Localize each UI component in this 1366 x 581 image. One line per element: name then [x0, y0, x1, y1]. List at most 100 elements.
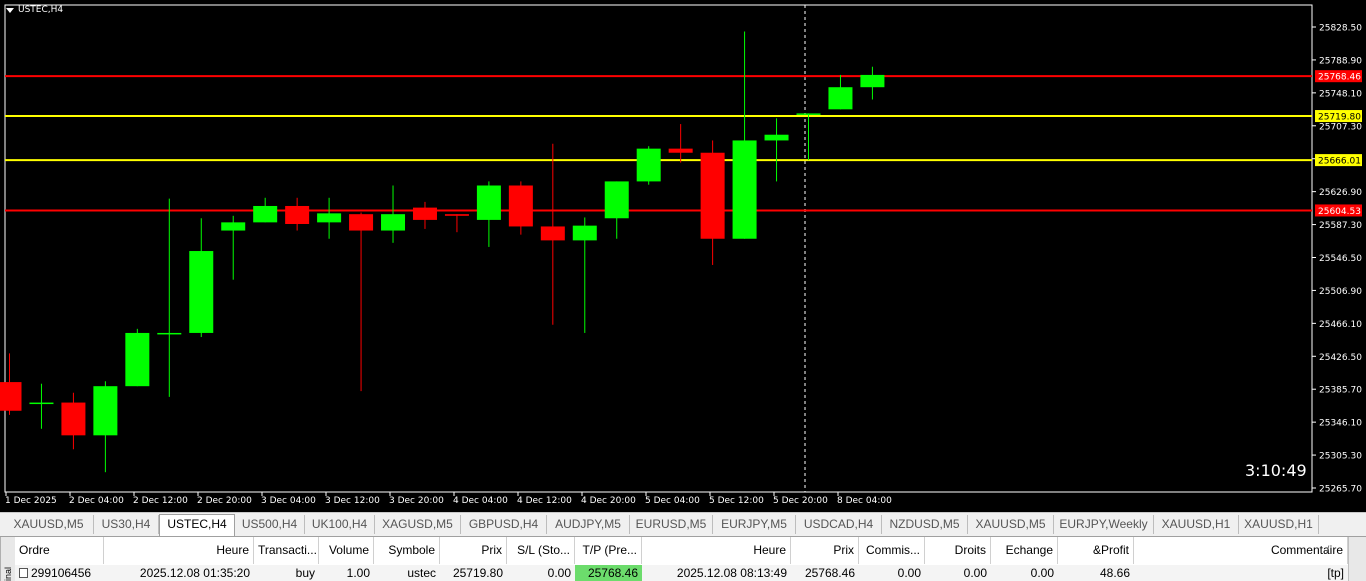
- price-tick-label: 25506.90: [1319, 287, 1362, 297]
- candle-body: [125, 332, 150, 387]
- chart-tab[interactable]: AUDJPY,M5: [547, 515, 630, 534]
- candle-body: [189, 251, 214, 333]
- trade-cell[interactable]: 25719.80: [440, 565, 507, 581]
- candle-body: [381, 214, 406, 231]
- trade-cell[interactable]: 48.66: [1058, 565, 1134, 581]
- candle-body: [349, 214, 374, 231]
- chart-tab[interactable]: UK100,H4: [305, 515, 375, 534]
- trade-cell[interactable]: 0.00: [859, 565, 925, 581]
- column-header[interactable]: Droits: [925, 537, 991, 564]
- column-header[interactable]: Prix: [440, 537, 507, 564]
- price-tick-label: 25385.70: [1319, 386, 1362, 396]
- bar-countdown: 3:10:49: [1245, 461, 1307, 480]
- time-tick-label: 5 Dec 04:00: [645, 496, 700, 506]
- chart-tab[interactable]: XAUUSD,H1: [1239, 515, 1319, 534]
- price-chart[interactable]: 25828.5025788.9025748.1025707.3025666.50…: [0, 0, 1366, 512]
- trade-cell[interactable]: ustec: [374, 565, 440, 581]
- chart-tab[interactable]: GBPUSD,H4: [461, 515, 547, 534]
- chart-tab[interactable]: XAUUSD,M5: [968, 515, 1054, 534]
- chart-tab[interactable]: USTEC,H4: [159, 514, 235, 536]
- time-tick-label: 2 Dec 12:00: [133, 496, 188, 506]
- column-header[interactable]: Volume: [319, 537, 374, 564]
- candle-body: [636, 148, 661, 182]
- column-header[interactable]: Echange: [991, 537, 1058, 564]
- trade-cell[interactable]: 25768.46: [575, 565, 642, 581]
- candle-body: [29, 402, 54, 405]
- chart-tab[interactable]: EURJPY,Weekly: [1054, 515, 1154, 534]
- trade-cell[interactable]: 0.00: [925, 565, 991, 581]
- price-tick-label: 25546.50: [1319, 254, 1362, 264]
- candle-body: [157, 332, 182, 335]
- candle-body: [828, 87, 853, 110]
- time-tick-label: 4 Dec 20:00: [581, 496, 636, 506]
- chart-tab[interactable]: EURUSD,M5: [630, 515, 713, 534]
- column-header[interactable]: Commis...: [859, 537, 925, 564]
- column-header[interactable]: Heure: [104, 537, 254, 564]
- dropdown-triangle-icon[interactable]: [6, 7, 14, 13]
- chart-tab[interactable]: EURJPY,M5: [713, 515, 796, 534]
- trade-cell[interactable]: 1.00: [319, 565, 374, 581]
- candle-body: [412, 207, 437, 220]
- chart-tab-bar: XAUUSD,M5 US30,H4 USTEC,H4 US500,H4 UK100,H4…: [0, 512, 1366, 537]
- price-tick-label: 25466.10: [1319, 320, 1362, 330]
- price-level-label: 25604.53: [1318, 207, 1361, 217]
- terminal-side-label[interactable]: inal: [0, 537, 15, 581]
- price-tick-label: 25426.50: [1319, 353, 1362, 363]
- chart-symbol-label[interactable]: USTEC,H4: [6, 5, 63, 15]
- price-level-label: 25666.01: [1318, 157, 1361, 167]
- price-tick-label: 25587.30: [1319, 221, 1362, 231]
- terminal-panel: inal Ordre 299106456 Heure 2025.12.08 01:35…: [0, 536, 1366, 581]
- trade-cell[interactable]: 0.00: [507, 565, 575, 581]
- candle-body: [796, 113, 821, 115]
- trade-cell[interactable]: [tp]: [1134, 565, 1348, 581]
- column-header[interactable]: Ordre: [15, 537, 104, 564]
- column-header[interactable]: Prix: [791, 537, 859, 564]
- price-tick-label: 25265.70: [1319, 485, 1362, 495]
- chart-tab[interactable]: XAGUSD,M5: [375, 515, 461, 534]
- time-tick-label: 3 Dec 04:00: [261, 496, 316, 506]
- time-tick-label: 2 Dec 20:00: [197, 496, 252, 506]
- chart-area[interactable]: 25828.5025788.9025748.1025707.3025666.50…: [0, 0, 1366, 512]
- time-tick-label: 5 Dec 20:00: [773, 496, 828, 506]
- candle-body: [764, 134, 789, 141]
- chart-tab[interactable]: US30,H4: [94, 515, 159, 534]
- trade-cell[interactable]: 2025.12.08 01:35:20: [104, 565, 254, 581]
- candle-body: [860, 74, 885, 88]
- trade-cell[interactable]: 299106456: [15, 565, 104, 581]
- order-id: 299106456: [31, 566, 92, 580]
- trade-cell[interactable]: 0.00: [991, 565, 1058, 581]
- trade-cell[interactable]: 2025.12.08 08:13:49: [642, 565, 791, 581]
- time-tick-label: 4 Dec 12:00: [517, 496, 572, 506]
- column-header[interactable]: Symbole: [374, 537, 440, 564]
- candle-body: [732, 140, 757, 239]
- chart-tab[interactable]: XAUUSD,H1: [1154, 515, 1239, 534]
- time-tick-label: 5 Dec 12:00: [709, 496, 764, 506]
- column-header[interactable]: Heure: [642, 537, 791, 564]
- chart-tab[interactable]: XAUUSD,M5: [4, 515, 94, 534]
- price-level-label: 25768.46: [1318, 73, 1361, 83]
- chart-tab[interactable]: NZDUSD,M5: [882, 515, 968, 534]
- vertical-scrollbar[interactable]: [1348, 537, 1366, 581]
- column-header[interactable]: T/P (Pre...: [575, 537, 642, 564]
- candle-body: [604, 181, 629, 219]
- column-header[interactable]: S/L (Sto...: [507, 537, 575, 564]
- column-header[interactable]: Transacti...: [254, 537, 319, 564]
- chart-tab[interactable]: USDCAD,H4: [796, 515, 882, 534]
- trade-cell[interactable]: buy: [254, 565, 319, 581]
- time-tick-label: 1 Dec 2025: [5, 496, 57, 506]
- time-tick-label: 3 Dec 12:00: [325, 496, 380, 506]
- candle-body: [540, 226, 565, 241]
- column-header[interactable]: &Profit: [1058, 537, 1134, 564]
- time-tick-label: 8 Dec 04:00: [837, 496, 892, 506]
- price-tick-label: 25346.10: [1319, 419, 1362, 429]
- time-tick-label: 2 Dec 04:00: [69, 496, 124, 506]
- order-document-icon: [19, 568, 28, 578]
- column-header[interactable]: Commentaire: [1134, 537, 1348, 564]
- chart-symbol-text: USTEC,H4: [18, 5, 64, 15]
- candle-body: [285, 205, 310, 224]
- candle-body: [253, 205, 278, 223]
- time-tick-label: 4 Dec 04:00: [453, 496, 508, 506]
- chart-tab[interactable]: US500,H4: [235, 515, 305, 534]
- trade-cell[interactable]: 25768.46: [791, 565, 859, 581]
- price-tick-label: 25788.90: [1319, 56, 1362, 66]
